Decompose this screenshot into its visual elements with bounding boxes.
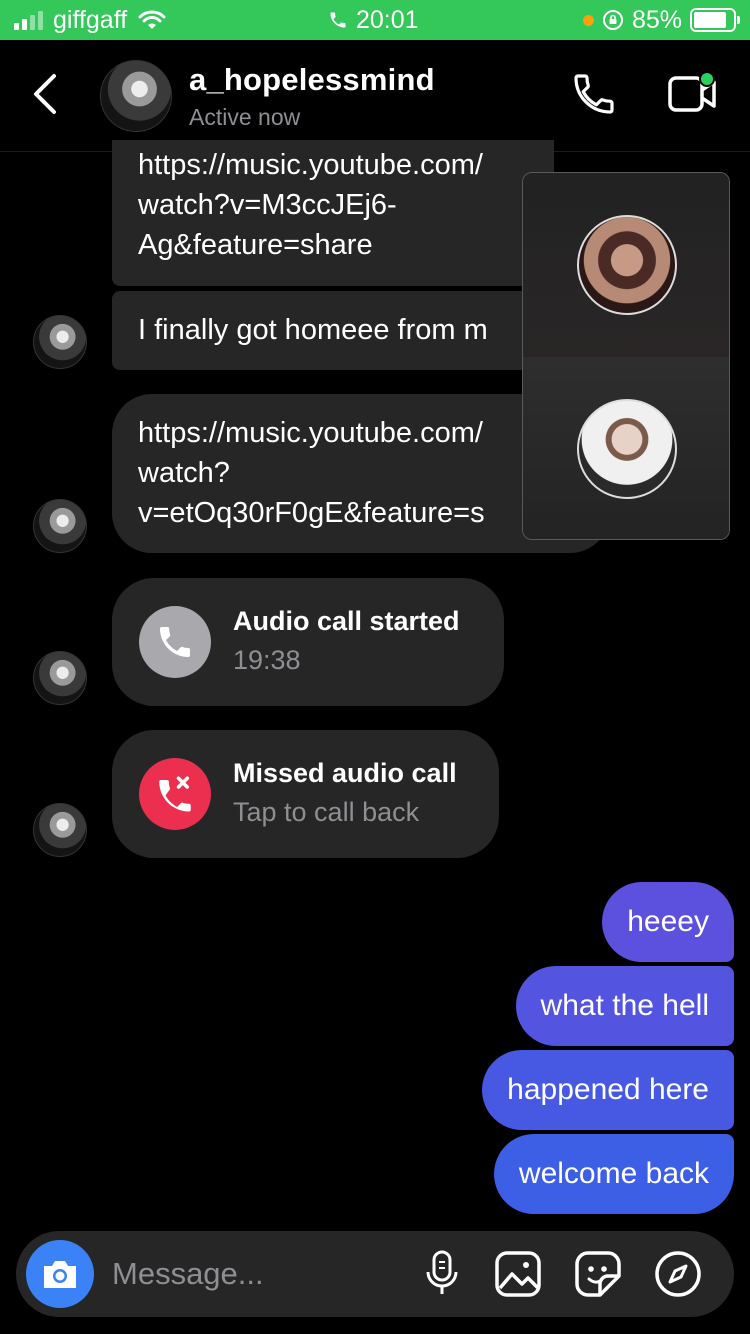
call-icon-circle [139,606,211,678]
call-title: Audio call started [233,606,460,636]
outgoing-message[interactable]: welcome back [493,1134,734,1214]
avatar [33,803,87,857]
avatar [33,651,87,705]
status-time-group: 20:01 [328,7,419,33]
contact-active-status: Active now [189,104,301,130]
link-line: Ag&feature=share [138,229,373,261]
phone-icon[interactable] [570,70,618,118]
pip-participant-panel [523,173,729,357]
call-started-card[interactable]: Audio call started 19:38 [112,578,504,706]
carrier-group: giffgaff [14,7,167,33]
link-line: https://music.youtube.com/ [138,417,483,449]
missed-call-card[interactable]: Missed audio call Tap to call back [112,730,499,858]
message-text: I finally got homeee from m [138,314,488,346]
mic-in-use-indicator [582,14,594,26]
status-bar: giffgaff 20:01 85% [0,0,750,40]
status-right-group: 85% [582,6,740,34]
message-composer [16,1231,734,1317]
pip-self-panel [523,357,729,539]
link-line: https://music.youtube.com/ [138,149,483,181]
message-link-1[interactable]: https://music.youtube.com/ watch?v=M3ccJ… [112,140,554,286]
outgoing-message[interactable]: heeey [602,882,734,962]
gallery-icon[interactable] [494,1250,542,1298]
call-title: Missed audio call [233,758,457,788]
self-avatar [577,399,677,499]
compass-icon[interactable] [654,1250,702,1298]
contact-username[interactable]: a_hopelessmind [189,62,435,98]
participant-avatar [577,215,677,315]
phone-icon [160,627,190,657]
link-line: v=etOq30rF0gE&feature=s [138,497,485,529]
message-input[interactable] [112,1251,402,1297]
link-line: watch?v=M3ccJEj6- [138,189,397,221]
sticker-icon[interactable] [574,1250,622,1298]
camera-icon [44,1261,76,1288]
signal-icon [14,10,43,30]
call-active-icon [330,12,346,28]
battery-percent: 85% [631,6,682,34]
avatar [33,499,87,553]
missed-call-icon [159,776,191,812]
call-back-hint: Tap to call back [233,797,420,827]
avatar [33,315,87,369]
outgoing-message[interactable]: happened here [482,1050,734,1130]
microphone-icon[interactable] [422,1250,462,1298]
missed-call-icon-circle [139,758,211,830]
call-time: 19:38 [233,645,301,675]
carrier-name: giffgaff [53,6,128,34]
video-active-indicator [699,71,715,87]
wifi-icon [138,10,166,29]
battery-icon [690,8,740,32]
link-line: watch? [138,457,230,489]
chat-header: a_hopelessmind Active now [0,40,750,152]
status-time: 20:01 [356,6,419,34]
back-arrow-icon[interactable] [28,72,62,116]
outgoing-message[interactable]: what the hell [515,966,734,1046]
camera-button[interactable] [26,1240,94,1308]
call-pip-overlay[interactable] [522,172,730,540]
contact-avatar[interactable] [100,60,172,132]
orientation-lock-icon [602,10,623,30]
